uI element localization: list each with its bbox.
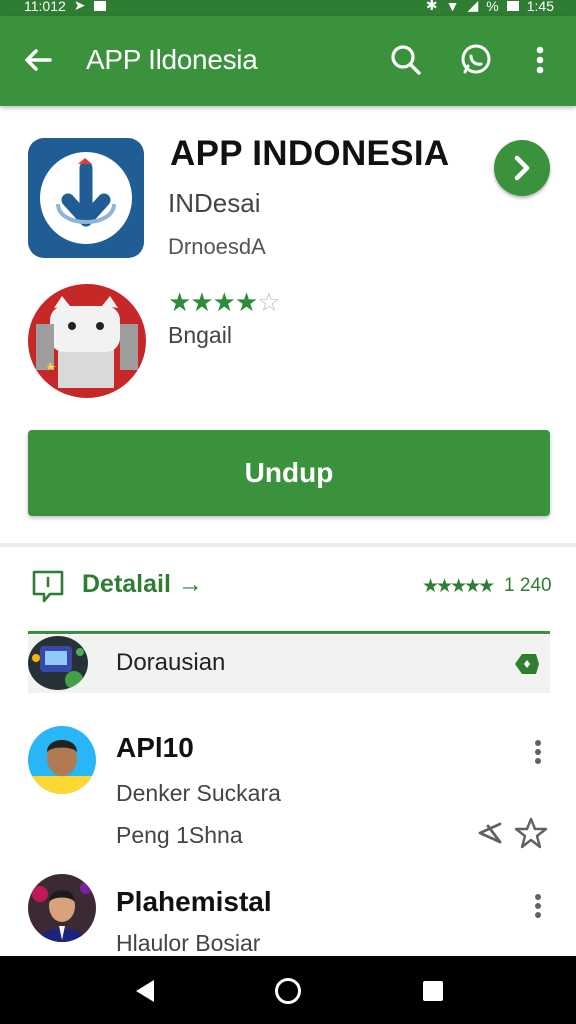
star-outline-icon[interactable] (514, 816, 548, 850)
more-vert-icon[interactable] (526, 736, 550, 768)
app-icon[interactable] (28, 138, 144, 258)
page-title: APP Ildonesia (86, 44, 258, 75)
review-count: 1 240 (504, 575, 552, 596)
arrow-back-icon[interactable] (20, 42, 56, 78)
tab-indicator (28, 631, 550, 634)
status-time: 11:012 (24, 0, 66, 14)
search-icon[interactable] (388, 42, 424, 78)
location-icon: ➤ (73, 0, 86, 13)
details-link[interactable]: Detalail → (82, 570, 203, 599)
highlight-row[interactable]: Dorausian (28, 635, 550, 693)
share-icon[interactable] (474, 818, 504, 848)
more-vert-icon[interactable] (526, 890, 550, 922)
list-item-subtitle: Denker Suckara (116, 780, 281, 806)
mascot-icon (28, 284, 146, 398)
list-item[interactable]: APl10 Denker Suckara Peng 1Shna (0, 722, 576, 862)
chat-icon[interactable] (458, 42, 494, 78)
install-button[interactable]: Undup (28, 430, 550, 516)
avatar[interactable] (28, 726, 96, 794)
list-item-title: APl10 (116, 732, 194, 763)
avatar[interactable] (28, 874, 96, 942)
more-vert-icon[interactable] (522, 42, 558, 78)
list-item-subtitle: Hlaulor Bosiar (116, 930, 261, 956)
open-button[interactable] (494, 140, 550, 196)
game-icon (28, 636, 88, 690)
nav-recents-icon[interactable] (418, 976, 448, 1006)
rating-label: Bngail (168, 322, 232, 348)
list-item-title: Plahemistal (116, 886, 272, 917)
system-nav-bar (0, 956, 576, 1024)
rating-empty-star: ☆ (257, 287, 280, 317)
signal-icon: ✱ (425, 0, 438, 13)
app-category: DrnoesdA (168, 234, 266, 259)
comment-icon (30, 568, 66, 604)
list-item-meta: Peng 1Shna (116, 822, 243, 848)
details-stars: ★★★★★ (422, 576, 495, 597)
battery-icon (506, 0, 519, 11)
rating-filled-stars: ★★★★ (168, 287, 258, 317)
app-developer[interactable]: INDesai (168, 188, 260, 219)
badge-icon (512, 649, 542, 679)
status-clock: 1:45 (526, 0, 554, 14)
cell-signal-icon: ◢ (467, 0, 479, 13)
nav-back-icon[interactable] (130, 976, 160, 1006)
notification-icon (93, 0, 106, 11)
app-bar: APP Ildonesia (0, 16, 576, 106)
nav-home-icon[interactable] (273, 976, 303, 1006)
rating-stars: ★★★★☆ (168, 287, 281, 318)
app-title: APP INDONESIA (170, 134, 450, 173)
wifi-icon: ▼ (445, 0, 460, 14)
battery-percent: % (486, 0, 499, 14)
status-bar: 11:012 ➤ ✱ ▼ ◢ % 1:45 (0, 0, 576, 16)
highlight-label: Dorausian (116, 649, 226, 676)
section-divider (0, 543, 576, 547)
list-item[interactable]: Plahemistal Hlaulor Bosiar (0, 872, 576, 956)
